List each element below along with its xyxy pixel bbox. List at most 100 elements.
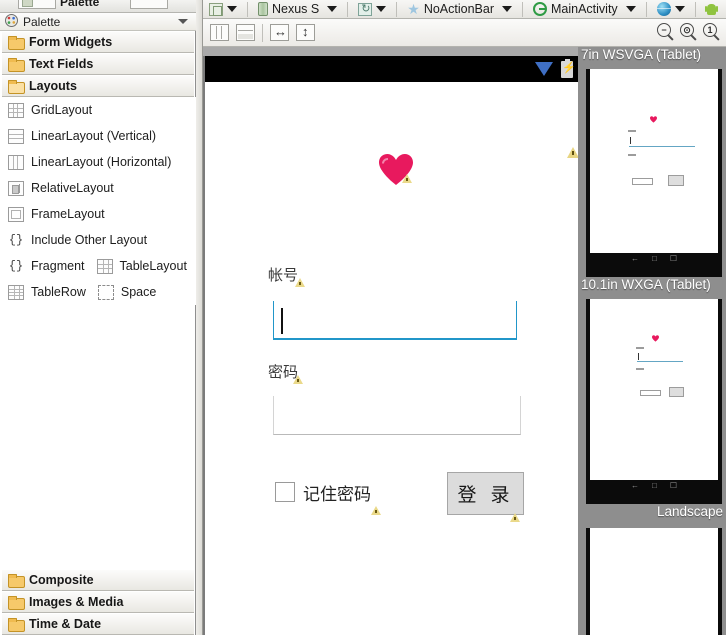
palette-header[interactable]: Palette [0, 13, 196, 31]
palette-item-row-fragment-tablelayout: {} Fragment TableLayout [0, 253, 196, 279]
warning-triangle-icon [510, 513, 520, 522]
folder-open-icon [8, 80, 25, 94]
login-button[interactable]: 登 录 [447, 472, 524, 515]
palette-category-time-date[interactable]: Time & Date [2, 613, 194, 635]
fit-width-button[interactable] [270, 24, 289, 41]
account-label[interactable]: 帐号 [268, 264, 298, 285]
palette-item-tablerow[interactable]: TableRow [31, 285, 86, 299]
palette-item-space[interactable]: Space [121, 285, 156, 299]
back-icon: ← [630, 480, 639, 490]
zoom-out-button[interactable]: − [657, 23, 675, 41]
globe-icon [656, 2, 671, 16]
zoom-fit-button[interactable]: ⊙ [680, 23, 698, 41]
zoom-handle [713, 34, 720, 41]
layout-canvas[interactable]: 帐号 密码 记住密码 登 录 [203, 47, 580, 635]
device-label: Nexus S [272, 2, 320, 16]
toolbar-separator [347, 1, 349, 17]
toolbar-separator [522, 1, 523, 17]
preview-thumbnail-10in[interactable]: ← □ ☐ [586, 299, 722, 504]
chevron-down-icon[interactable] [625, 6, 636, 12]
orientation-selector[interactable] [352, 0, 392, 19]
zoom-controls: − ⊙ 1 [652, 23, 721, 41]
palette-item-linearlayout-horizontal[interactable]: LinearLayout (Horizontal) [0, 149, 196, 175]
text-caret [281, 308, 283, 334]
remember-password-label[interactable]: 记住密码 [303, 480, 371, 505]
clipped-toolbar-box-right[interactable] [130, 0, 168, 9]
android-layout-editor-window: Palette Palette Form Widgets Text Fields… [0, 0, 726, 635]
password-input[interactable] [273, 396, 521, 435]
panel-splitter[interactable] [196, 0, 203, 635]
palette-item-linearlayout-vertical[interactable]: LinearLayout (Vertical) [0, 123, 196, 149]
preview-nav-bar: ← □ ☐ [586, 253, 722, 264]
palette-category-form-widgets[interactable]: Form Widgets [2, 31, 194, 53]
config-icon [209, 2, 223, 16]
palette-item-label: Include Other Layout [31, 233, 148, 247]
activity-selector[interactable]: MainActivity [527, 0, 642, 19]
preview-screen [590, 528, 718, 635]
toolbar-separator [645, 1, 647, 17]
folder-icon [8, 574, 25, 588]
zoom-100-button[interactable]: 1 [703, 23, 721, 41]
show-rows-button[interactable] [236, 24, 255, 41]
orientation-icon [358, 2, 373, 16]
table-layout-icon [96, 258, 113, 274]
chevron-down-icon[interactable] [674, 6, 685, 12]
wifi-icon [535, 62, 553, 76]
preview-title: Landscape [656, 504, 723, 519]
locale-selector[interactable] [651, 0, 691, 19]
palette-item-label: FrameLayout [31, 207, 105, 221]
palette-item-tablelayout[interactable]: TableLayout [120, 259, 187, 273]
config-selector[interactable] [203, 0, 243, 19]
table-row-icon [8, 284, 24, 300]
space-icon [97, 284, 114, 300]
chevron-down-icon[interactable] [227, 6, 237, 12]
device-selector[interactable]: Nexus S [252, 0, 343, 19]
chevron-down-icon[interactable] [178, 19, 188, 24]
palette-item-label: LinearLayout (Horizontal) [31, 155, 172, 169]
palette-category-layouts[interactable]: Layouts [2, 75, 194, 97]
warning-triangle-icon [293, 375, 303, 384]
login-button [669, 387, 684, 397]
palette-item-relativelayout[interactable]: RelativeLayout [0, 175, 196, 201]
show-columns-button[interactable] [210, 24, 229, 41]
folder-icon [8, 596, 25, 610]
palette-category-text-fields[interactable]: Text Fields [2, 53, 194, 75]
preview-thumbnail-landscape[interactable] [586, 528, 722, 635]
editor-config-toolbar: Nexus S ★ NoActionBar MainActivity [203, 0, 726, 19]
text-caret [638, 353, 639, 360]
palette-item-fragment[interactable]: Fragment [31, 259, 85, 273]
editor-view-toolbar: − ⊙ 1 [203, 19, 726, 47]
palette-category-images-media[interactable]: Images & Media [2, 591, 194, 613]
device-screen-preview[interactable]: 帐号 密码 记住密码 登 录 [203, 56, 580, 635]
relative-layout-icon [8, 180, 24, 196]
account-label [636, 347, 644, 349]
palette-category-label: Images & Media [29, 595, 124, 609]
remember-password-checkbox [632, 178, 653, 185]
zoom-handle [667, 34, 674, 41]
palette-item-gridlayout[interactable]: GridLayout [0, 97, 196, 123]
activity-icon [533, 2, 547, 16]
account-input[interactable] [273, 301, 517, 340]
fit-height-button[interactable] [296, 24, 315, 41]
palette-item-framelayout[interactable]: FrameLayout [0, 201, 196, 227]
device-preview-strip[interactable]: 7in WSVGA (Tablet) ← □ ☐ 10.1in WXGA (Ta… [578, 47, 726, 635]
chevron-down-icon[interactable] [327, 6, 338, 12]
palette-item-include-other-layout[interactable]: {} Include Other Layout [0, 227, 196, 253]
heart-icon [652, 331, 659, 342]
chevron-down-icon[interactable] [502, 6, 512, 12]
api-level-selector[interactable] [700, 0, 720, 19]
preview-thumbnail-7in[interactable]: ← □ ☐ [586, 69, 722, 277]
account-input [629, 146, 695, 147]
toolbar-separator [694, 1, 696, 17]
device-status-bar [205, 56, 580, 82]
palette-category-label: Form Widgets [29, 35, 113, 49]
remember-password-checkbox[interactable] [275, 482, 295, 502]
theme-selector[interactable]: ★ NoActionBar [401, 0, 518, 19]
palette-category-composite[interactable]: Composite [2, 569, 194, 591]
recents-icon: ☐ [669, 253, 677, 263]
chevron-down-icon[interactable] [376, 6, 387, 12]
home-icon: □ [651, 480, 657, 490]
clipped-toolbar-box-left[interactable] [18, 0, 56, 9]
preview-title: 7in WSVGA (Tablet) [581, 47, 702, 62]
palette-category-label: Text Fields [29, 57, 94, 71]
